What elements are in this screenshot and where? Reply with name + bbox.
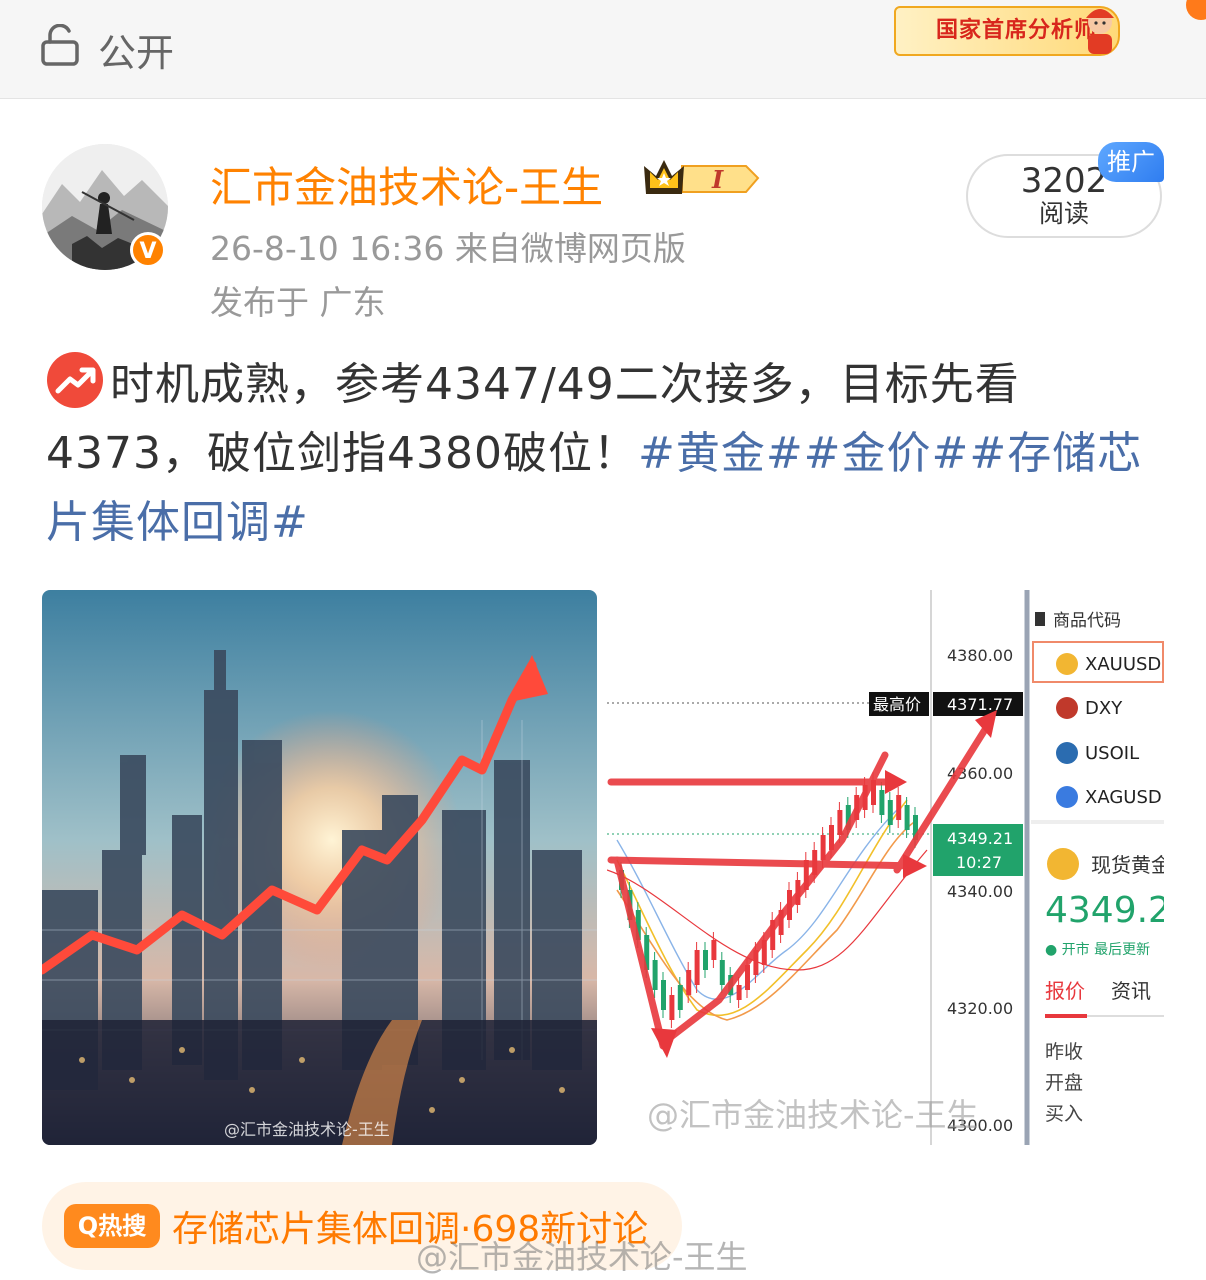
current-price: 4349.21: [947, 829, 1013, 848]
rank-banner-text: 国家首席分析师: [936, 18, 1098, 43]
gold-chart: 4380.00 4360.00 4340.00 4320.00 4300.00 …: [607, 590, 1164, 1145]
row-prev-close: 昨收: [1045, 1041, 1083, 1063]
candle-body: [661, 980, 666, 1010]
spot-label: 现货黄金: [1091, 853, 1164, 877]
mascot-icon: [1086, 9, 1114, 54]
bottom-watermark: @汇市金油技术论-王生: [416, 1238, 748, 1276]
row-bid: 买入: [1045, 1103, 1083, 1125]
side-header: 商品代码: [1053, 611, 1121, 631]
rank-banner[interactable]: 国家首席分析师: [894, 6, 1120, 56]
post-text: 时机成熟，参考4347/49二次接多，目标先看4373，破位剑指4380破位！#…: [46, 350, 1166, 557]
high-price-value: 4371.77: [947, 695, 1013, 714]
post-image-city[interactable]: @汇市金油技术论-王生: [42, 590, 597, 1145]
image-left-watermark: @汇市金油技术论-王生: [224, 1120, 390, 1139]
candle-body: [669, 995, 675, 1020]
candle-body: [694, 950, 700, 985]
search-icon: Q: [77, 1212, 99, 1240]
candle-body: [896, 795, 902, 820]
candle-body: [711, 940, 717, 960]
city-growth-illustration: @汇市金油技术论-王生: [42, 590, 597, 1145]
symbol-xauusd: XAUUSD: [1085, 654, 1161, 675]
candle-body: [686, 970, 692, 995]
trend-up-icon: [47, 352, 103, 408]
tick-4320: 4320.00: [947, 999, 1013, 1018]
candle-body: [879, 790, 885, 815]
author-name[interactable]: 汇市金油技术论-王生: [210, 154, 603, 215]
tab-news: 资讯: [1111, 979, 1151, 1003]
market-status: ● 开市 最后更新: [1045, 941, 1150, 958]
promo-tag: 推广: [1098, 142, 1164, 182]
candle-body: [837, 810, 843, 835]
post-time-source[interactable]: 26-8-10 16:36 来自微博网页版: [210, 222, 686, 270]
hot-search-badge: Q热搜: [64, 1204, 160, 1248]
post-image-chart[interactable]: 4380.00 4360.00 4340.00 4320.00 4300.00 …: [607, 590, 1164, 1145]
spot-price: 4349.2: [1045, 890, 1164, 931]
verified-badge: V: [130, 232, 166, 268]
candle-body: [887, 800, 893, 825]
chart-watermark: @汇市金油技术论-王生: [647, 1096, 979, 1134]
high-price-label: 最高价: [873, 695, 921, 714]
post-location: 发布于 广东: [210, 283, 386, 322]
tab-quote: 报价: [1045, 979, 1085, 1003]
top-bar: 公开 国家首席分析师: [0, 0, 1206, 99]
symbol-dxy: DXY: [1085, 698, 1123, 719]
candle-body: [652, 960, 658, 990]
candle-body: [904, 805, 910, 830]
visibility-label[interactable]: 公开: [98, 22, 174, 77]
candle-body: [677, 985, 683, 1010]
symbol-usoil: USOIL: [1085, 743, 1139, 764]
candle-body: [736, 985, 742, 1000]
candle-body: [719, 960, 725, 985]
unlock-icon[interactable]: [40, 24, 80, 66]
vip-level: I: [711, 165, 724, 194]
symbol-xagusd: XAGUSD: [1085, 787, 1162, 808]
row-open: 开盘: [1045, 1072, 1083, 1094]
hot-badge-label: 热搜: [98, 1212, 147, 1240]
tick-4340: 4340.00: [947, 882, 1013, 901]
vip-crown-badge[interactable]: I: [642, 156, 760, 200]
tick-4380: 4380.00: [947, 646, 1013, 665]
current-time: 10:27: [956, 853, 1002, 872]
candle-body: [703, 950, 708, 970]
read-label: 阅读: [1038, 199, 1089, 228]
